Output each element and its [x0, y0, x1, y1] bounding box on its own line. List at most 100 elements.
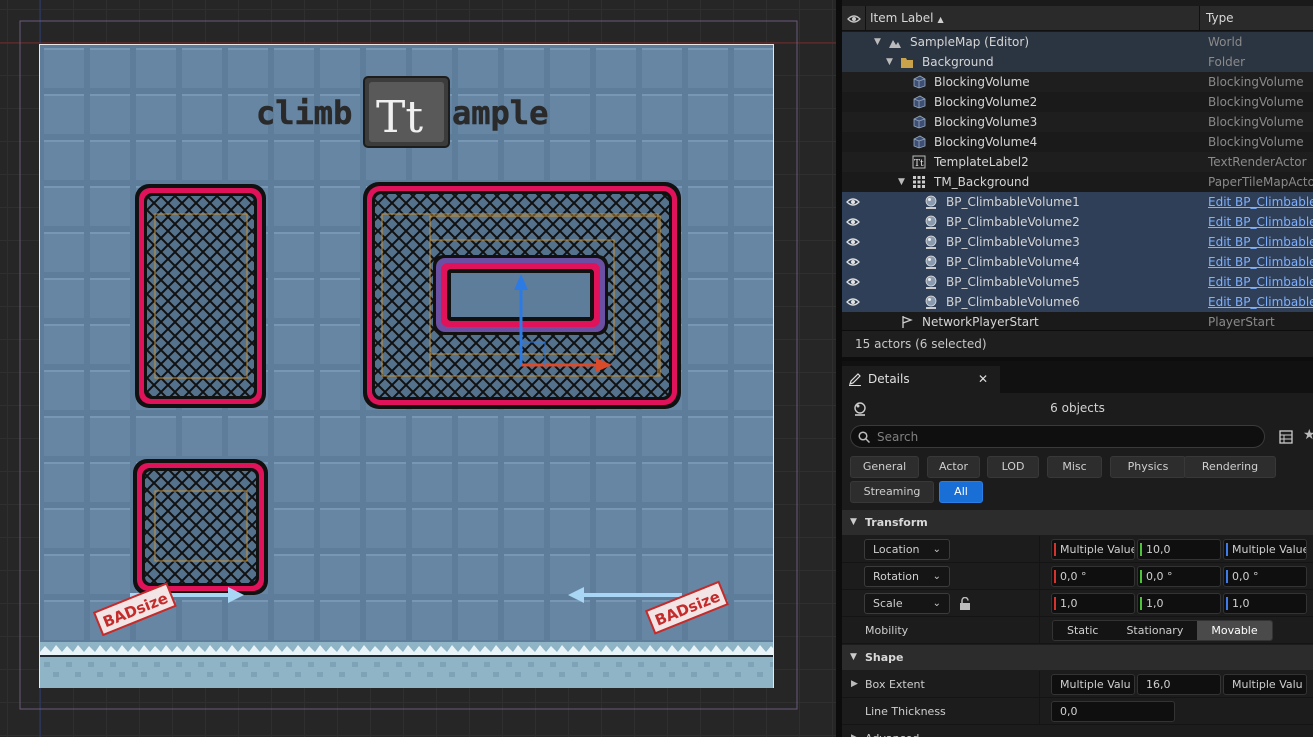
outliner-row[interactable]: ▼ Background Folder	[842, 52, 1313, 72]
eye-icon[interactable]	[846, 276, 860, 288]
outliner-header: Item Label ▲ Type	[842, 6, 1313, 31]
rotation-z-field[interactable]: 0,0 °	[1223, 566, 1307, 587]
outliner-row[interactable]: ▼ TM_Background PaperTileMapActo	[842, 172, 1313, 192]
filter-lod[interactable]: LOD	[987, 456, 1039, 478]
edit-blueprint-link[interactable]: Edit BP_Climbable	[1208, 252, 1313, 272]
eye-icon[interactable]	[846, 296, 860, 308]
rotation-label: Rotation	[873, 570, 920, 583]
star-icon[interactable]: ★	[1303, 427, 1313, 443]
outliner-row[interactable]: BP_ClimbableVolume6 Edit BP_Climbable	[842, 292, 1313, 312]
folder-icon	[901, 58, 913, 68]
outliner-row[interactable]: BlockingVolume2 BlockingVolume	[842, 92, 1313, 112]
text-render-icon[interactable]: Tt	[363, 76, 450, 148]
visibility-column-header[interactable]	[842, 6, 866, 31]
type-column-header[interactable]: Type	[1202, 6, 1313, 31]
filter-actor[interactable]: Actor	[927, 456, 980, 478]
expand-arrow-icon[interactable]: ▼	[886, 52, 893, 72]
scale-x-field[interactable]: 1,0	[1051, 593, 1135, 614]
outliner-row[interactable]: BP_ClimbableVolume4 Edit BP_Climbable	[842, 252, 1313, 272]
level-viewport[interactable]: climb ample Tt BADsize BADsize	[0, 0, 836, 737]
location-dropdown[interactable]: Location ⌄	[864, 539, 950, 560]
edit-blueprint-link[interactable]: Edit BP_Climbable	[1208, 272, 1313, 292]
outliner-row[interactable]: ▼ SampleMap (Editor) World	[842, 32, 1313, 52]
outliner-item-label: BP_ClimbableVolume5	[946, 275, 1080, 289]
eye-icon[interactable]	[846, 236, 860, 248]
scale-y-field[interactable]: 1,0	[1137, 593, 1221, 614]
cube-icon	[913, 115, 926, 129]
outliner-item-label: NetworkPlayerStart	[922, 315, 1039, 329]
climbable-volume-4[interactable]	[133, 459, 268, 595]
scale-z-field[interactable]: 1,0	[1223, 593, 1307, 614]
outliner-item-label: SampleMap (Editor)	[910, 35, 1030, 49]
viewport-canvas[interactable]: climb ample Tt BADsize BADsize	[0, 0, 836, 737]
edit-blueprint-link[interactable]: Edit BP_Climbable	[1208, 192, 1313, 212]
rotation-dropdown[interactable]: Rotation ⌄	[864, 566, 950, 587]
outliner-item-label: BlockingVolume3	[934, 115, 1038, 129]
box-extent-z-field[interactable]: Multiple Valu	[1223, 674, 1307, 695]
outliner-row[interactable]: BlockingVolume4 BlockingVolume	[842, 132, 1313, 152]
box-extent-y-field[interactable]: 16,0	[1137, 674, 1221, 695]
location-x-field[interactable]: Multiple Value	[1051, 539, 1135, 560]
tab-details[interactable]: Details ✕	[842, 366, 1000, 393]
eye-icon[interactable]	[846, 196, 860, 208]
outliner-row[interactable]: BP_ClimbableVolume1 Edit BP_Climbable	[842, 192, 1313, 212]
edit-blueprint-link[interactable]: Edit BP_Climbable	[1208, 232, 1313, 252]
outliner-status: 15 actors (6 selected)	[842, 330, 1313, 357]
expand-arrow-icon[interactable]: ▼	[874, 32, 881, 52]
table-view-icon[interactable]	[1279, 430, 1293, 444]
line-thickness-field[interactable]: 0,0	[1051, 701, 1175, 722]
shape-section-header[interactable]: ▼ Shape	[842, 645, 1313, 670]
cube-icon	[913, 135, 926, 149]
expand-arrow-icon[interactable]: ▼	[898, 172, 905, 192]
mobility-static[interactable]: Static	[1053, 621, 1113, 640]
outliner-row[interactable]: Tt TemplateLabel2 TextRenderActor	[842, 152, 1313, 172]
filter-misc[interactable]: Misc	[1047, 456, 1102, 478]
climbable-volume-1[interactable]	[135, 184, 266, 408]
item-label-column-header[interactable]: Item Label ▲	[866, 6, 1200, 31]
outliner-row[interactable]: NetworkPlayerStart PlayerStart	[842, 312, 1313, 332]
filter-streaming[interactable]: Streaming	[850, 481, 934, 503]
player-start-icon	[902, 316, 913, 328]
location-y-field[interactable]: 10,0	[1137, 539, 1221, 560]
outliner-item-type: BlockingVolume	[1208, 75, 1304, 89]
outliner-row[interactable]: BP_ClimbableVolume3 Edit BP_Climbable	[842, 232, 1313, 252]
mobility-toggle[interactable]: Static Stationary Movable	[1052, 620, 1273, 641]
outliner-item-type: PaperTileMapActo	[1208, 175, 1313, 189]
ground-tiles	[40, 642, 773, 688]
eye-icon[interactable]	[846, 256, 860, 268]
location-row: Location ⌄ Multiple Value 10,0 Multiple V…	[842, 536, 1313, 563]
filter-general[interactable]: General	[850, 456, 919, 478]
outliner-row[interactable]: BP_ClimbableVolume2 Edit BP_Climbable	[842, 212, 1313, 232]
filter-rendering[interactable]: Rendering	[1184, 456, 1276, 478]
outliner-item-label: BlockingVolume4	[934, 135, 1038, 149]
advanced-row[interactable]: ▶ Advanced	[842, 725, 1313, 737]
search-input[interactable]	[877, 428, 1257, 445]
scale-dropdown[interactable]: Scale ⌄	[864, 593, 950, 614]
box-extent-x-field[interactable]: Multiple Valu	[1051, 674, 1135, 695]
outliner-row[interactable]: BP_ClimbableVolume5 Edit BP_Climbable	[842, 272, 1313, 292]
tilemap-icon	[913, 176, 925, 188]
rotation-x-field[interactable]: 0,0 °	[1051, 566, 1135, 587]
edit-blueprint-link[interactable]: Edit BP_Climbable	[1208, 292, 1313, 312]
mobility-movable[interactable]: Movable	[1197, 621, 1272, 640]
edit-blueprint-link[interactable]: Edit BP_Climbable	[1208, 212, 1313, 232]
filter-physics[interactable]: Physics	[1110, 456, 1186, 478]
lock-icon[interactable]	[959, 597, 971, 610]
outliner-item-type: Folder	[1208, 55, 1246, 69]
details-search[interactable]	[850, 425, 1265, 448]
mobility-stationary[interactable]: Stationary	[1112, 621, 1198, 640]
rotation-y-field[interactable]: 0,0 °	[1137, 566, 1221, 587]
eye-icon[interactable]	[846, 216, 860, 228]
transform-section-header[interactable]: ▼ Transform	[842, 510, 1313, 535]
outliner-item-type: World	[1208, 35, 1243, 49]
outliner-row[interactable]: BlockingVolume BlockingVolume	[842, 72, 1313, 92]
close-icon[interactable]: ✕	[978, 366, 988, 393]
expand-arrow-icon[interactable]: ▶	[851, 671, 858, 698]
column-divider	[1039, 671, 1040, 698]
outliner-row[interactable]: BlockingVolume3 BlockingVolume	[842, 112, 1313, 132]
world-outliner: Item Label ▲ Type ▼ SampleMap (Editor) Worl…	[842, 0, 1313, 357]
location-z-field[interactable]: Multiple Value	[1223, 539, 1307, 560]
expand-arrow-icon[interactable]: ▶	[851, 725, 858, 737]
outliner-item-label: BP_ClimbableVolume2	[946, 215, 1080, 229]
filter-all[interactable]: All	[939, 481, 983, 503]
